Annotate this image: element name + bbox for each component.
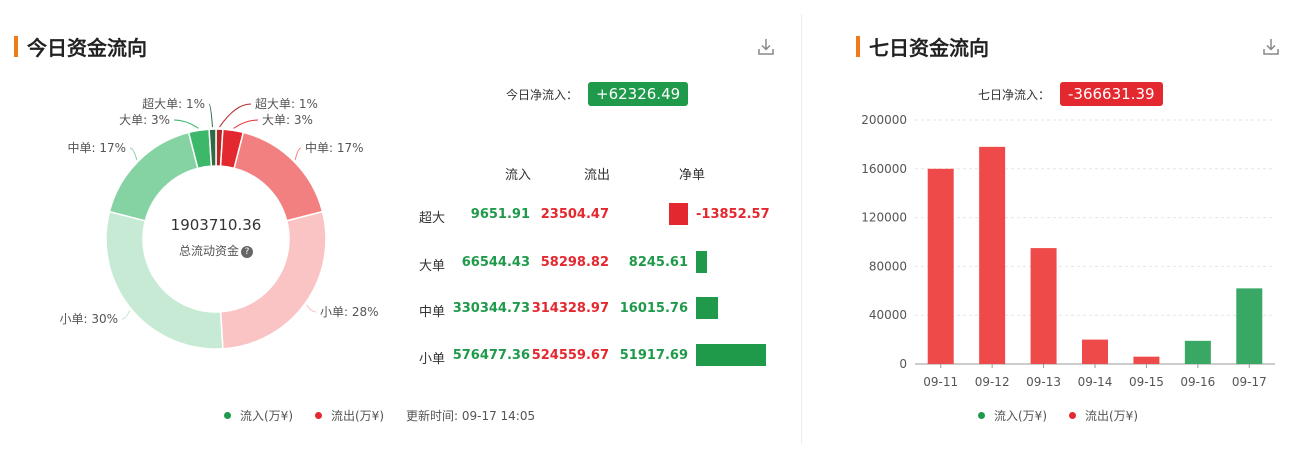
- x-tick-label: 09-12: [975, 375, 1010, 389]
- legend-out[interactable]: 流出(万¥): [315, 407, 384, 424]
- y-tick-label: 120000: [861, 211, 907, 225]
- row-label: 超大: [419, 211, 446, 226]
- bar[interactable]: [1133, 356, 1160, 364]
- row-outflow: 314328.97: [531, 301, 609, 316]
- legend-in-dot: [978, 412, 985, 419]
- bar[interactable]: [927, 168, 954, 364]
- y-tick-label: 160000: [861, 162, 907, 176]
- net-bar: [696, 297, 718, 319]
- title-accent-bar: [856, 36, 860, 57]
- download-icon[interactable]: [1260, 36, 1282, 58]
- row-label: 大单: [419, 259, 446, 274]
- legend-in-dot: [224, 412, 231, 419]
- x-tick-label: 09-13: [1026, 375, 1061, 389]
- x-tick-label: 09-16: [1180, 375, 1215, 389]
- header-in: 流入: [505, 168, 532, 183]
- x-tick-label: 09-15: [1129, 375, 1164, 389]
- bar[interactable]: [1184, 340, 1211, 364]
- row-net: 16015.76: [619, 301, 688, 316]
- bar-chart: 0 40000 80000 120000 160000 200000 09-11 09-12 0…: [861, 113, 1275, 389]
- flow-table: 流入 流出 净单 超大 9651.91 23504.47 -13852.57 大单 665…: [0, 0, 800, 454]
- row-inflow: 9651.91: [470, 207, 530, 222]
- bar[interactable]: [979, 146, 1006, 364]
- bar[interactable]: [1236, 288, 1263, 364]
- legend-out-label: 流出(万¥): [1085, 409, 1138, 423]
- y-tick-label: 80000: [869, 259, 907, 273]
- net-bar: [696, 344, 766, 366]
- week-title: 七日资金流向: [856, 32, 989, 61]
- legend-out-label: 流出(万¥): [331, 409, 384, 423]
- row-net: 51917.69: [619, 348, 688, 363]
- header-net: 净单: [679, 168, 706, 183]
- row-inflow: 330344.73: [452, 301, 530, 316]
- today-panel: 今日资金流向 超大单: 1% 大单: 3% 中单: 17% 小单: 28% 小单: 30…: [0, 0, 800, 454]
- row-inflow: 576477.36: [452, 348, 530, 363]
- x-tick-label: 09-11: [923, 375, 958, 389]
- row-label: 小单: [419, 352, 446, 367]
- net-bar: [696, 251, 708, 273]
- week-title-text: 七日资金流向: [869, 36, 989, 60]
- row-outflow: 23504.47: [540, 207, 609, 222]
- y-tick-label: 0: [899, 357, 907, 371]
- header-out: 流出: [584, 168, 611, 183]
- row-inflow: 66544.43: [461, 255, 530, 270]
- update-time: 更新时间: 09-17 14:05: [406, 409, 536, 423]
- legend-out-dot: [315, 412, 322, 419]
- row-net: -13852.57: [696, 207, 770, 222]
- legend-in-label: 流入(万¥): [994, 409, 1047, 423]
- net-bar: [669, 203, 688, 225]
- row-label: 中单: [419, 305, 446, 320]
- panel-divider: [801, 14, 802, 444]
- bar[interactable]: [1082, 339, 1108, 364]
- week-panel: 七日资金流向 七日净流入： -366631.39 0 40000 80000 1200…: [830, 0, 1295, 454]
- row-net: 8245.61: [628, 255, 688, 270]
- row-outflow: 58298.82: [540, 255, 609, 270]
- x-tick-label: 09-14: [1078, 375, 1113, 389]
- legend-in[interactable]: 流入(万¥): [224, 407, 293, 424]
- week-legend: 流入(万¥) 流出(万¥): [978, 407, 1160, 424]
- today-legend: 流入(万¥) 流出(万¥) 更新时间: 09-17 14:05: [224, 407, 535, 424]
- y-tick-label: 200000: [861, 113, 907, 127]
- y-tick-label: 40000: [869, 308, 907, 322]
- legend-in-label: 流入(万¥): [240, 409, 293, 423]
- x-tick-label: 09-17: [1232, 375, 1267, 389]
- row-outflow: 524559.67: [531, 348, 609, 363]
- legend-out-dot: [1069, 412, 1076, 419]
- legend-out[interactable]: 流出(万¥): [1069, 407, 1138, 424]
- bar[interactable]: [1030, 248, 1057, 364]
- legend-in[interactable]: 流入(万¥): [978, 407, 1047, 424]
